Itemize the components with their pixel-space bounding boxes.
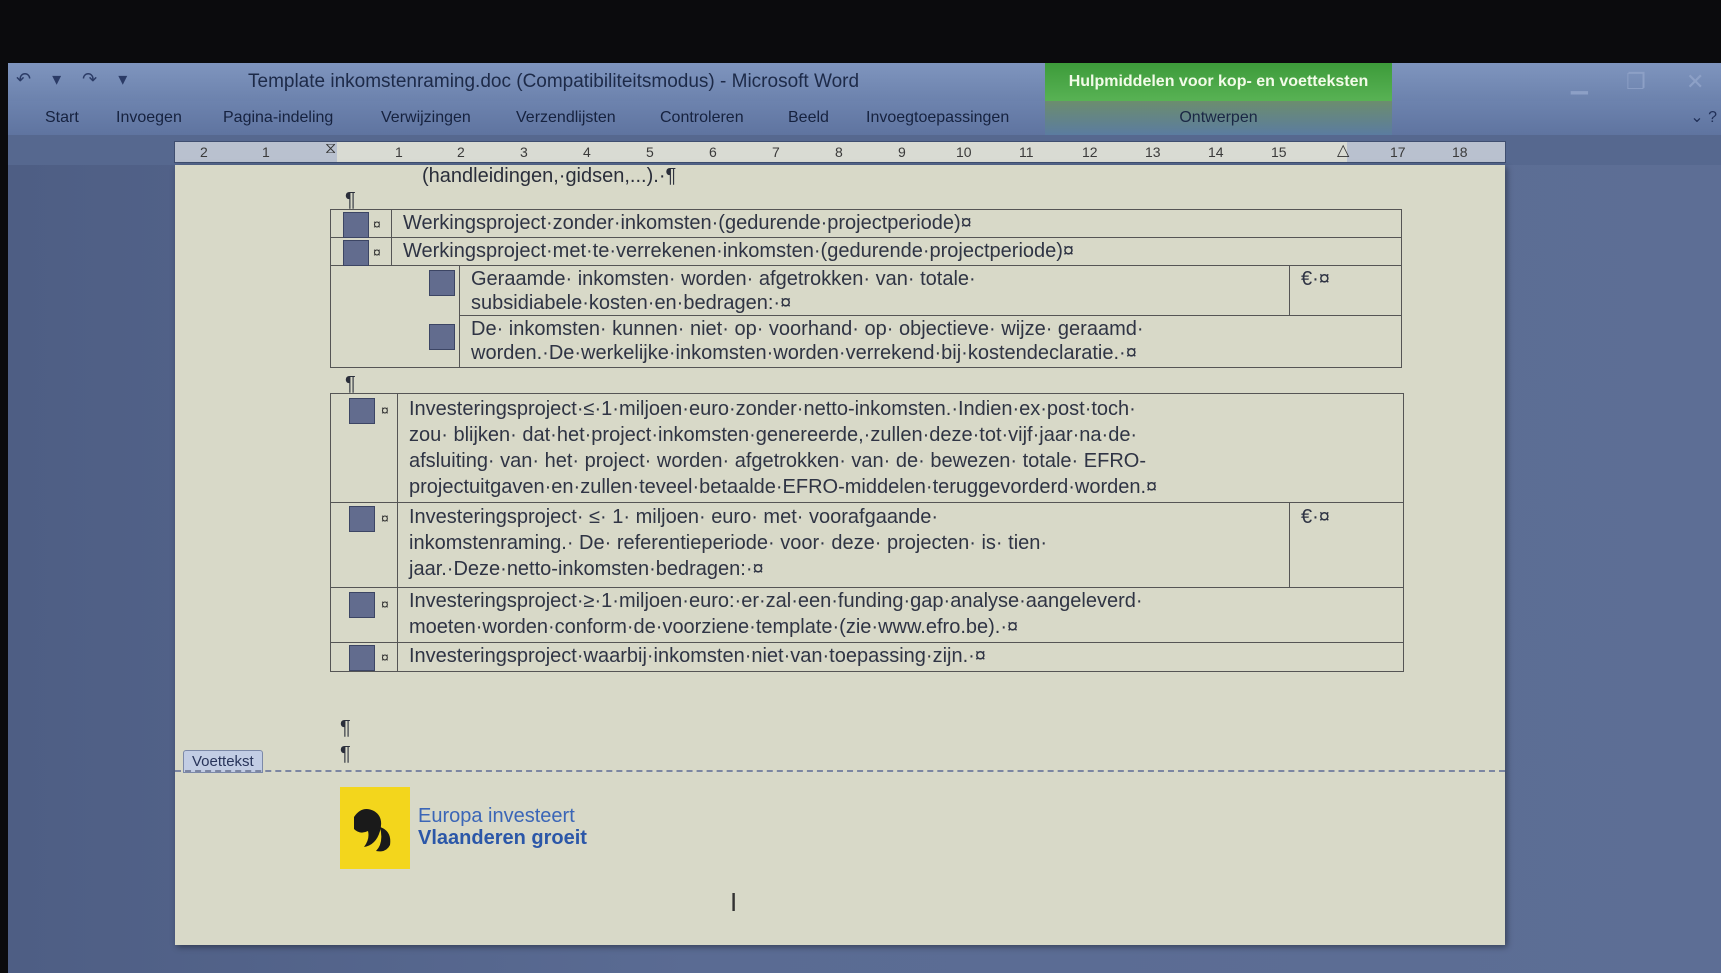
minimize-icon[interactable]: ▁ [1571, 69, 1588, 95]
horizontal-ruler[interactable]: 2 1 ⧖ 1 2 3 4 5 6 7 8 9 10 11 12 13 14 1… [174, 140, 1506, 163]
window-title: Template inkomstenraming.doc (Compatibil… [248, 71, 860, 92]
checkbox-inkomsten-niet-geraamd[interactable] [429, 324, 455, 350]
checkbox-invest-groot[interactable] [349, 592, 375, 618]
ruler-number: 18 [1452, 144, 1468, 160]
ruler-number: 6 [709, 144, 717, 160]
invest-met-line3[interactable]: jaar.·Deze·netto-inkomsten·bedragen:·¤ [409, 556, 764, 582]
top-text-line[interactable]: (handleidingen,·gidsen,...).·¶ [422, 165, 676, 188]
ruler-number: 17 [1390, 144, 1406, 160]
word-window: ↶ ▾ ↷ ▾ Template inkomstenraming.doc (Co… [8, 63, 1721, 973]
ruler-number: 11 [1019, 144, 1034, 160]
checkbox-werking-zonder[interactable] [343, 212, 369, 238]
cell-mark: ¤ [381, 596, 389, 612]
ruler-number: 8 [835, 144, 843, 160]
ruler-number: 3 [520, 144, 528, 160]
cell-mark: ¤ [373, 216, 381, 232]
tab-verzendlijsten[interactable]: Verzendlijsten [516, 109, 616, 127]
paragraph-mark: ¶ [340, 717, 351, 739]
restore-icon[interactable]: ❐ [1626, 69, 1646, 95]
sub2-line1[interactable]: De· inkomsten· kunnen· niet· op· voorhan… [471, 316, 1144, 342]
sub1-currency-cell[interactable]: €·¤ [1301, 266, 1330, 292]
ruler-number: 1 [395, 144, 403, 160]
footer-separator [175, 770, 1505, 772]
ruler-number: 10 [956, 144, 972, 160]
context-tab-group-header: Hulpmiddelen voor kop- en voetteksten [1045, 63, 1392, 101]
checkbox-invest-zonder[interactable] [349, 398, 375, 424]
tab-controleren[interactable]: Controleren [660, 109, 744, 127]
checkbox-invest-nvt[interactable] [349, 645, 375, 671]
cell-mark: ¤ [381, 510, 389, 526]
tab-pagina-indeling[interactable]: Pagina-indeling [223, 109, 333, 127]
ruler-number: 14 [1208, 144, 1224, 160]
logo-text-europa: Europa investeert [418, 805, 575, 827]
right-indent-marker-icon[interactable]: △ [1337, 140, 1349, 160]
text-cursor-icon: I [730, 887, 738, 917]
row-werking-zonder[interactable]: Werkingsproject·zonder·inkomsten·(gedure… [403, 210, 972, 236]
checkbox-werking-met[interactable] [343, 240, 369, 266]
ribbon-tabs: Start Invoegen Pagina-indeling Verwijzin… [8, 101, 1721, 135]
ruler-number: 15 [1271, 144, 1287, 160]
cell-mark: ¤ [373, 244, 381, 260]
invest-zonder-line4[interactable]: projectuitgaven·en·zullen·teveel·betaald… [409, 474, 1157, 500]
document-page[interactable]: (handleidingen,·gidsen,...).·¶ ¶ ¤ Werki… [175, 165, 1505, 945]
sub1-line1[interactable]: Geraamde· inkomsten· worden· afgetrokken… [471, 266, 976, 292]
invest-zonder-line1[interactable]: Investeringsproject·≤·1·miljoen·euro·zon… [409, 396, 1136, 422]
title-bar: ↶ ▾ ↷ ▾ Template inkomstenraming.doc (Co… [8, 63, 1721, 101]
cell-mark: ¤ [381, 649, 389, 665]
logo-text-vlaanderen: Vlaanderen groeit [418, 827, 587, 849]
sub1-line2[interactable]: subsidiabele·kosten·en·bedragen:·¤ [471, 290, 791, 316]
tab-invoegen[interactable]: Invoegen [116, 109, 182, 127]
ruler-bar: 2 1 ⧖ 1 2 3 4 5 6 7 8 9 10 11 12 13 14 1… [8, 135, 1721, 165]
undo-icon[interactable]: ↶ [16, 69, 37, 90]
ruler-number: 7 [772, 144, 780, 160]
flemish-lion-logo [340, 787, 410, 869]
ruler-number: 2 [457, 144, 465, 160]
invest-met-line2[interactable]: inkomstenraming.· De· referentieperiode·… [409, 530, 1047, 556]
help-icon[interactable]: ⌄ ? [1690, 107, 1717, 127]
close-icon[interactable]: ✕ [1686, 69, 1704, 95]
invest-groot-line2[interactable]: moeten·worden·conform·de·voorziene·templ… [409, 614, 1018, 640]
window-controls: ▁ ❐ ✕ [1541, 63, 1721, 101]
row-werking-met[interactable]: Werkingsproject·met·te·verrekenen·inkoms… [403, 238, 1074, 264]
tab-beeld[interactable]: Beeld [788, 109, 829, 127]
customize-qat-icon[interactable]: ▾ [118, 69, 133, 90]
project-table-2: ¤ Investeringsproject·≤·1·miljoen·euro·z… [330, 393, 1404, 672]
ruler-number: 1 [262, 144, 270, 160]
tab-ontwerpen[interactable]: Ontwerpen [1045, 101, 1392, 135]
checkbox-geraamde-inkomsten[interactable] [429, 270, 455, 296]
cell-mark: ¤ [381, 402, 389, 418]
ruler-number: 13 [1145, 144, 1161, 160]
invest-nvt-line1[interactable]: Investeringsproject·waarbij·inkomsten·ni… [409, 643, 986, 669]
tab-start[interactable]: Start [45, 109, 79, 127]
invest-zonder-line3[interactable]: afsluiting· van· het· project· worden· a… [409, 448, 1146, 474]
project-table-1: ¤ Werkingsproject·zonder·inkomsten·(gedu… [330, 209, 1402, 368]
tab-verwijzingen[interactable]: Verwijzingen [381, 109, 471, 127]
indent-marker-icon[interactable]: ⧖ [325, 140, 336, 158]
ruler-number: 12 [1082, 144, 1098, 160]
dropdown-icon[interactable]: ▾ [52, 69, 67, 90]
invest-groot-line1[interactable]: Investeringsproject·≥·1·miljoen·euro:·er… [409, 588, 1143, 614]
tab-invoegtoepassingen[interactable]: Invoegtoepassingen [866, 109, 1009, 127]
sub2-line2[interactable]: worden.·De·werkelijke·inkomsten·worden·v… [471, 340, 1137, 366]
ruler-number: 5 [646, 144, 654, 160]
ruler-number: 2 [200, 144, 208, 160]
ruler-number: 9 [898, 144, 906, 160]
checkbox-invest-met[interactable] [349, 506, 375, 532]
redo-icon[interactable]: ↷ [82, 69, 103, 90]
invest-met-line1[interactable]: Investeringsproject· ≤· 1· miljoen· euro… [409, 504, 938, 530]
ruler-number: 4 [583, 144, 591, 160]
quick-access-toolbar: ↶ ▾ ↷ ▾ [16, 69, 137, 90]
paragraph-mark: ¶ [340, 743, 351, 765]
invest-zonder-line2[interactable]: zou· blijken· dat·het·project·inkomsten·… [409, 422, 1137, 448]
invest-met-currency-cell[interactable]: €·¤ [1301, 504, 1330, 530]
